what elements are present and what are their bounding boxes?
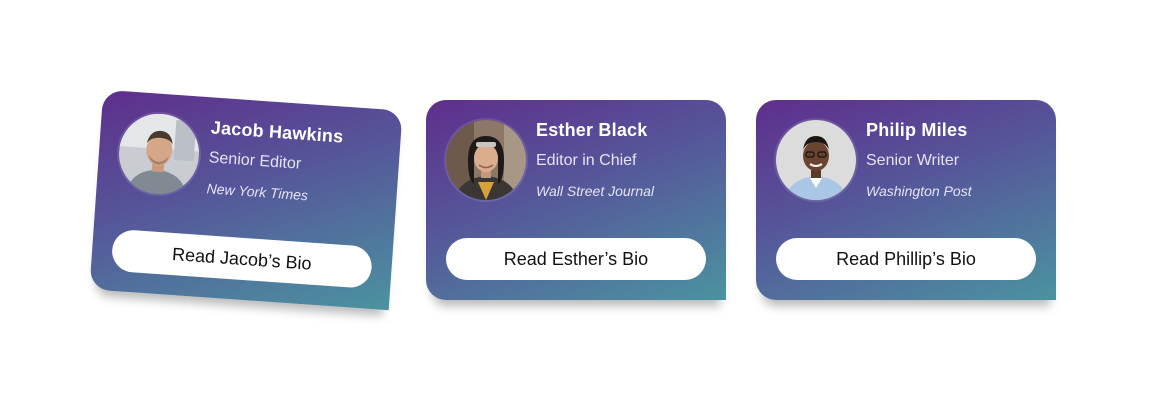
read-bio-button[interactable]: Read Esther’s Bio	[446, 238, 706, 280]
profile-name: Jacob Hawkins	[210, 117, 345, 147]
profile-cards-stage: Jacob Hawkins Senior Editor New York Tim…	[0, 0, 1152, 400]
avatar-photo-icon	[116, 111, 202, 197]
avatar-photo-icon	[446, 120, 526, 200]
avatar	[116, 111, 202, 197]
avatar	[446, 120, 526, 200]
avatar	[776, 120, 856, 200]
avatar-photo-icon	[776, 120, 856, 200]
read-bio-button[interactable]: Read Phillip’s Bio	[776, 238, 1036, 280]
profile-name: Esther Black	[536, 120, 648, 140]
profile-card-esther: Esther Black Editor in Chief Wall Street…	[426, 100, 726, 300]
profile-role: Senior Editor	[208, 149, 302, 173]
read-bio-button[interactable]: Read Jacob’s Bio	[110, 228, 374, 289]
profile-card-philip: Philip Miles Senior Writer Washington Po…	[756, 100, 1056, 300]
profile-outlet: New York Times	[206, 180, 309, 204]
profile-outlet: Washington Post	[866, 183, 972, 199]
profile-name: Philip Miles	[866, 120, 968, 140]
profile-role: Senior Writer	[866, 152, 960, 169]
profile-card-jacob: Jacob Hawkins Senior Editor New York Tim…	[89, 89, 403, 311]
profile-role: Editor in Chief	[536, 152, 637, 169]
profile-outlet: Wall Street Journal	[536, 183, 655, 199]
